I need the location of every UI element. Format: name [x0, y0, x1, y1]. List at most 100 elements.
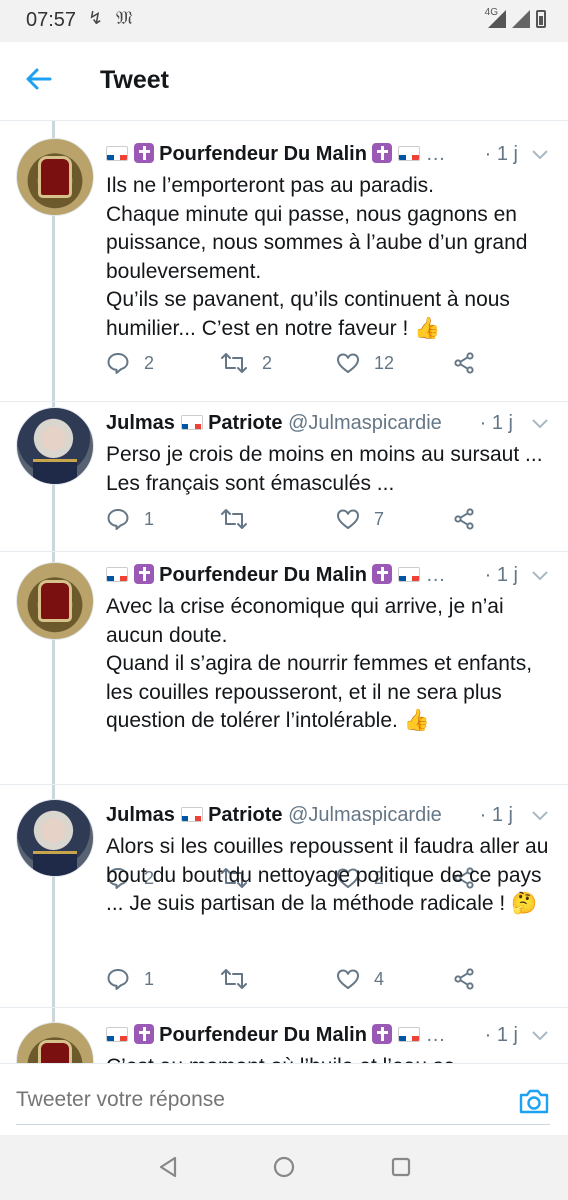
reply-count: 1: [144, 968, 155, 989]
tweet-header: Pourfendeur Du Malin …: [106, 1020, 526, 1050]
author-name[interactable]: Julmas: [106, 804, 175, 826]
avatar[interactable]: [16, 407, 94, 485]
share-icon: [454, 508, 474, 530]
signal-icon-2: [512, 10, 530, 28]
tweet-text: Ils ne l’emporteront pas au paradis. Cha…: [106, 174, 528, 340]
tweet-header: Pourfendeur Du Malin …: [106, 560, 526, 590]
france-flag-icon: [398, 146, 421, 161]
author-handle: @Julmaspicardie: [288, 412, 442, 434]
system-navigation-bar: [0, 1135, 568, 1200]
reply-icon: [107, 353, 129, 374]
avatar[interactable]: [16, 799, 94, 877]
notification-icon: ↯: [88, 8, 104, 28]
divider: [0, 401, 568, 402]
tweet-actions: 2 2 12: [106, 348, 526, 378]
share-button[interactable]: [452, 504, 476, 534]
reply-composer: [0, 1063, 568, 1136]
share-icon: [454, 968, 474, 990]
share-button[interactable]: [452, 964, 476, 994]
author-handle: …: [425, 564, 446, 586]
retweet-icon: [221, 969, 247, 989]
tweet-text: Avec la crise économique qui arrive, je …: [106, 595, 533, 732]
reply-button[interactable]: 1: [106, 504, 154, 534]
chevron-down-icon[interactable]: [530, 416, 550, 430]
cross-icon: [372, 564, 393, 584]
retweet-count: 2: [262, 352, 273, 373]
tweet-thread: Pourfendeur Du Malin … · 1 j Ils ne l’em…: [0, 121, 568, 1063]
retweet-button[interactable]: [220, 964, 248, 994]
like-button[interactable]: 7: [336, 504, 384, 534]
like-count: 12: [374, 352, 395, 373]
battery-icon: [536, 10, 546, 28]
reply-count: 1: [144, 508, 155, 529]
author-name[interactable]: Julmas: [106, 412, 175, 434]
heart-icon: [337, 969, 359, 989]
author-handle: …: [425, 1024, 446, 1046]
avatar[interactable]: [16, 1022, 94, 1063]
page-title: Tweet: [100, 66, 169, 94]
retweet-button[interactable]: [220, 504, 248, 534]
like-button[interactable]: 4: [336, 964, 384, 994]
heart-icon: [337, 509, 359, 529]
france-flag-icon: [106, 146, 128, 161]
author-name-suffix[interactable]: Patriote: [208, 412, 282, 434]
status-bar: 07:57 ↯ 𝔐 4G: [0, 0, 568, 42]
chevron-down-icon[interactable]: [530, 1028, 550, 1042]
author-name[interactable]: Pourfendeur Du Malin: [159, 143, 367, 165]
author-handle: @Julmaspicardie: [288, 804, 442, 826]
share-button[interactable]: [452, 348, 476, 378]
share-icon: [454, 352, 474, 374]
retweet-icon: [221, 353, 247, 373]
tweet-time: · 1 j: [478, 139, 518, 169]
divider: [0, 551, 568, 552]
tweet-actions: 1 7: [106, 504, 526, 534]
back-arrow-icon[interactable]: [24, 64, 54, 94]
france-flag-icon: [106, 567, 128, 582]
cross-icon: [133, 143, 154, 163]
author-name-suffix[interactable]: Patriote: [208, 804, 282, 826]
tweet-time: · 1 j: [478, 560, 518, 590]
mail-app-icon: 𝔐: [116, 8, 133, 28]
france-flag-icon: [180, 807, 203, 822]
heart-icon: [337, 353, 359, 373]
network-type: 4G: [484, 7, 498, 18]
tweet-text: Alors si les couilles repoussent il faud…: [106, 835, 549, 915]
nav-recents-icon[interactable]: [389, 1155, 413, 1179]
author-name[interactable]: Pourfendeur Du Malin: [159, 564, 367, 586]
avatar[interactable]: [16, 562, 94, 640]
nav-home-icon[interactable]: [272, 1155, 296, 1179]
tweet-header: Pourfendeur Du Malin …: [106, 139, 526, 169]
chevron-down-icon[interactable]: [530, 568, 550, 582]
tweet-header: Julmas Patriote @Julmaspicardie: [106, 800, 526, 830]
camera-icon[interactable]: [518, 1086, 550, 1116]
status-time: 07:57: [26, 9, 77, 31]
chevron-down-icon[interactable]: [530, 808, 550, 822]
tweet-text: Perso je crois de moins en moins au surs…: [106, 443, 543, 495]
reply-button[interactable]: 2: [106, 348, 154, 378]
chevron-down-icon[interactable]: [530, 147, 550, 161]
tweet-text: C’est au moment où l’huile et l’eau se: [106, 1053, 556, 1063]
avatar[interactable]: [16, 138, 94, 216]
tweet-time: · 1 j: [473, 408, 513, 438]
divider: [0, 784, 568, 785]
nav-back-icon[interactable]: [156, 1155, 180, 1179]
cross-icon: [133, 1024, 154, 1044]
tweet-time: · 1 j: [473, 800, 513, 830]
france-flag-icon: [398, 567, 421, 582]
reply-input[interactable]: [16, 1076, 550, 1125]
reply-icon: [107, 969, 129, 990]
retweet-button[interactable]: 2: [220, 348, 272, 378]
top-app-bar: Tweet: [0, 42, 568, 121]
cross-icon: [372, 1024, 393, 1044]
france-flag-icon: [398, 1027, 421, 1042]
like-button[interactable]: 12: [336, 348, 394, 378]
reply-button[interactable]: 1: [106, 964, 154, 994]
like-count: 7: [374, 508, 385, 529]
cross-icon: [133, 564, 154, 584]
france-flag-icon: [180, 415, 203, 430]
author-name[interactable]: Pourfendeur Du Malin: [159, 1024, 367, 1046]
cross-icon: [372, 143, 393, 163]
france-flag-icon: [106, 1027, 128, 1042]
tweet-actions: 1 4: [106, 964, 526, 994]
author-handle: …: [425, 143, 446, 165]
